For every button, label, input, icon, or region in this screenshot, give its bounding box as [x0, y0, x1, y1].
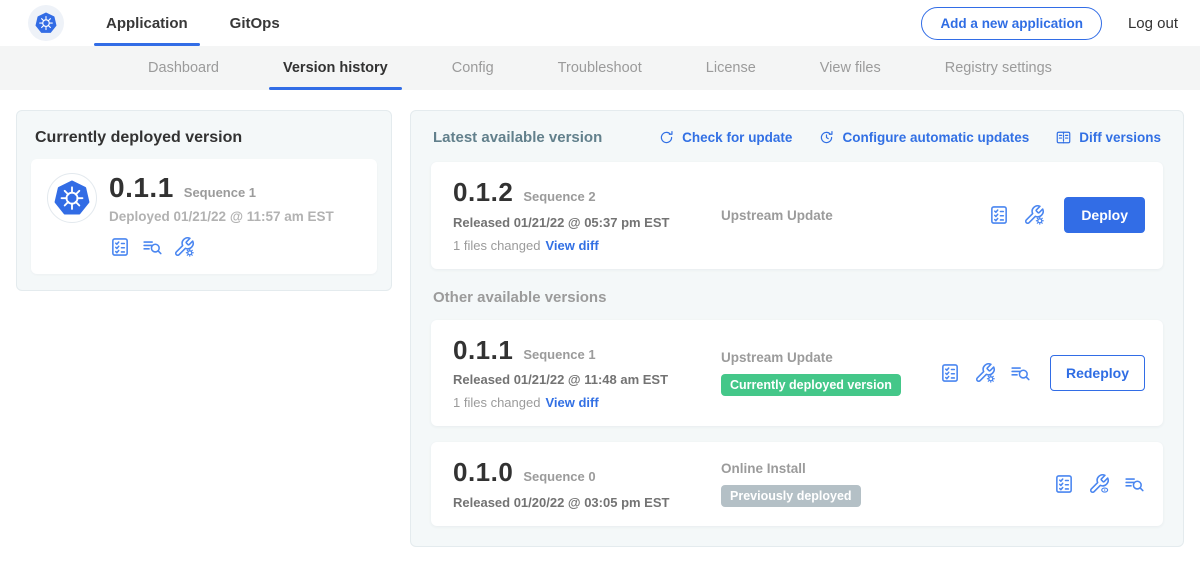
app-subnav: Dashboard Version history Config Trouble…: [0, 46, 1200, 90]
currently-deployed-panel: Currently deployed version 0.1.1 Sequenc…: [16, 110, 392, 291]
subnav-registry-settings[interactable]: Registry settings: [941, 46, 1056, 90]
redeploy-button[interactable]: Redeploy: [1050, 355, 1145, 391]
version-info: 0.1.2 Sequence 2 Released 01/21/22 @ 05:…: [453, 178, 721, 253]
app-logo: [47, 173, 97, 223]
version-card-0-1-2: 0.1.2 Sequence 2 Released 01/21/22 @ 05:…: [431, 162, 1163, 269]
version-source: Upstream Update: [721, 208, 988, 223]
deployed-version-card: 0.1.1 Sequence 1 Deployed 01/21/22 @ 11:…: [31, 159, 377, 274]
subnav-view-files[interactable]: View files: [816, 46, 885, 90]
diff-icon: [1055, 129, 1072, 146]
subnav-troubleshoot[interactable]: Troubleshoot: [554, 46, 646, 90]
check-for-update-label: Check for update: [682, 130, 792, 145]
version-info: 0.1.1 Sequence 1 Released 01/21/22 @ 11:…: [453, 336, 721, 411]
latest-available-title: Latest available version: [433, 129, 602, 146]
version-number: 0.1.0: [453, 458, 513, 487]
sequence-label: Sequence 2: [523, 189, 595, 204]
main-content: Currently deployed version 0.1.1 Sequenc…: [0, 90, 1200, 564]
preflight-checklist-icon[interactable]: [939, 362, 961, 384]
preflight-checklist-icon[interactable]: [988, 204, 1010, 226]
version-card-0-1-1: 0.1.1 Sequence 1 Released 01/21/22 @ 11:…: [431, 320, 1163, 427]
deploy-button[interactable]: Deploy: [1064, 197, 1145, 233]
other-available-title: Other available versions: [433, 289, 1161, 306]
subnav-version-history[interactable]: Version history: [279, 46, 392, 90]
tab-gitops[interactable]: GitOps: [224, 0, 286, 46]
app-logo-icon: [52, 178, 92, 218]
release-notes-search-icon[interactable]: [1009, 362, 1031, 384]
subnav-license[interactable]: License: [702, 46, 760, 90]
released-timestamp: Released 01/20/22 @ 03:05 pm EST: [453, 495, 721, 510]
deployed-version-number: 0.1.1: [109, 173, 174, 202]
version-source: Online Install Previously deployed: [721, 461, 1053, 507]
version-card-0-1-0: 0.1.0 Sequence 0 Released 01/20/22 @ 03:…: [431, 442, 1163, 526]
add-application-button[interactable]: Add a new application: [921, 7, 1102, 40]
currently-deployed-badge: Currently deployed version: [721, 374, 901, 396]
files-changed-label: 1 files changed: [453, 238, 540, 253]
deployed-timestamp: Deployed 01/21/22 @ 11:57 am EST: [109, 209, 334, 224]
version-info: 0.1.0 Sequence 0 Released 01/20/22 @ 03:…: [453, 458, 721, 510]
tab-application-label: Application: [106, 15, 188, 32]
files-changed-label: 1 files changed: [453, 395, 540, 410]
configure-automatic-updates-link[interactable]: Configure automatic updates: [818, 129, 1029, 146]
diff-versions-link[interactable]: Diff versions: [1055, 129, 1161, 146]
app-nav: Application GitOps: [100, 0, 286, 46]
deployed-version-info: 0.1.1 Sequence 1 Deployed 01/21/22 @ 11:…: [109, 173, 334, 258]
version-history-panel: Latest available version Check for updat…: [410, 110, 1184, 547]
config-wrench-eye-icon[interactable]: [1088, 473, 1110, 495]
diff-versions-label: Diff versions: [1079, 130, 1161, 145]
version-number: 0.1.1: [453, 336, 513, 365]
config-wrench-gear-icon[interactable]: [1023, 204, 1045, 226]
released-timestamp: Released 01/21/22 @ 05:37 pm EST: [453, 215, 721, 230]
clock-refresh-icon: [818, 129, 835, 146]
deployed-sequence-label: Sequence 1: [184, 185, 256, 200]
refresh-icon: [658, 129, 675, 146]
release-notes-search-icon[interactable]: [141, 236, 163, 258]
preflight-checklist-icon[interactable]: [109, 236, 131, 258]
config-wrench-gear-icon[interactable]: [974, 362, 996, 384]
source-label: Upstream Update: [721, 350, 939, 365]
check-for-update-link[interactable]: Check for update: [658, 129, 792, 146]
version-number: 0.1.2: [453, 178, 513, 207]
tab-application[interactable]: Application: [100, 0, 194, 46]
preflight-checklist-icon[interactable]: [1053, 473, 1075, 495]
logout-link[interactable]: Log out: [1128, 15, 1178, 32]
previously-deployed-badge: Previously deployed: [721, 485, 861, 507]
configure-automatic-updates-label: Configure automatic updates: [842, 130, 1029, 145]
config-wrench-gear-icon[interactable]: [173, 236, 195, 258]
subnav-config[interactable]: Config: [448, 46, 498, 90]
sequence-label: Sequence 1: [523, 347, 595, 362]
source-label: Upstream Update: [721, 208, 988, 223]
released-timestamp: Released 01/21/22 @ 11:48 am EST: [453, 372, 721, 387]
sequence-label: Sequence 0: [523, 469, 595, 484]
tab-gitops-label: GitOps: [230, 15, 280, 32]
kubernetes-logo: [28, 5, 64, 41]
view-diff-link[interactable]: View diff: [545, 395, 598, 410]
currently-deployed-title: Currently deployed version: [35, 129, 373, 147]
version-source: Upstream Update Currently deployed versi…: [721, 350, 939, 396]
view-diff-link[interactable]: View diff: [545, 238, 598, 253]
subnav-dashboard[interactable]: Dashboard: [144, 46, 223, 90]
source-label: Online Install: [721, 461, 1053, 476]
app-header: Application GitOps Add a new application…: [0, 0, 1200, 46]
release-notes-search-icon[interactable]: [1123, 473, 1145, 495]
kubernetes-logo-icon: [34, 11, 58, 35]
